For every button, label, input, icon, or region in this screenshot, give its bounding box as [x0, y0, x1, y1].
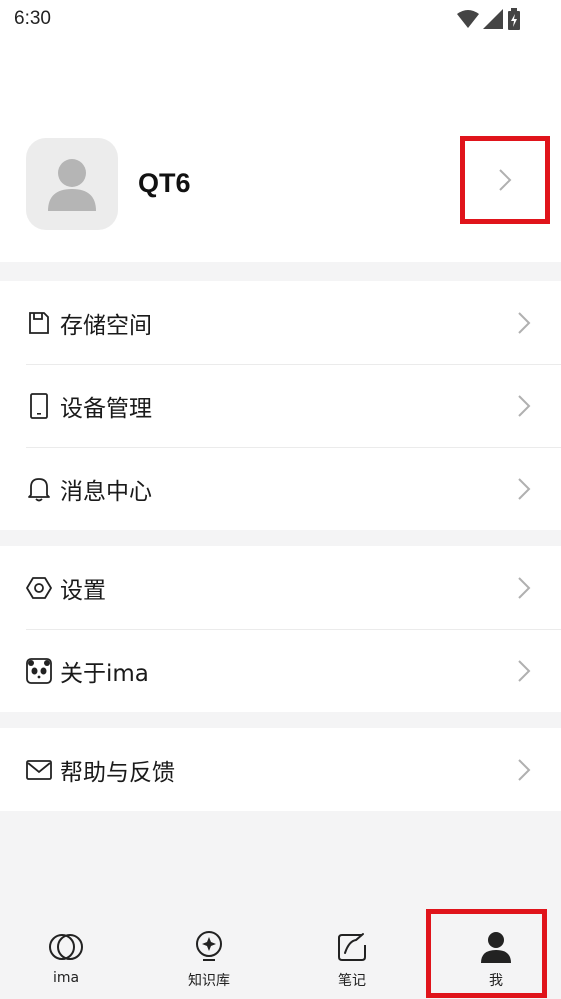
menu-item-label: 设置 — [60, 577, 106, 604]
menu-item-feedback[interactable]: 帮助与反馈 — [0, 728, 561, 811]
chevron-right-icon — [518, 395, 531, 417]
status-icons — [457, 8, 521, 34]
menu-item-devices[interactable]: 设备管理 — [0, 364, 561, 447]
profile-header[interactable]: QT6 — [0, 40, 561, 262]
nav-label: ima — [52, 970, 80, 986]
nav-tab-notes[interactable]: 笔记 — [312, 929, 392, 995]
menu-item-messages[interactable]: 消息中心 — [0, 447, 561, 530]
chevron-right-icon — [518, 478, 531, 500]
menu-item-settings[interactable]: 设置 — [0, 546, 561, 629]
menu-group-settings: 设置 关于ima — [0, 546, 561, 712]
profile-screen: 6:30 QT6 存储空间 设备管理 消息中心 设置 关于ima 帮助与反馈 i… — [0, 0, 561, 999]
menu-item-label: 设备管理 — [60, 395, 152, 422]
battery-icon — [507, 8, 521, 34]
menu-group-storage: 存储空间 设备管理 消息中心 — [0, 281, 561, 530]
mail-icon — [26, 757, 52, 783]
ima-logo-icon — [48, 929, 84, 965]
panda-icon — [26, 657, 52, 684]
gear-icon — [26, 575, 52, 601]
chevron-right-icon — [518, 759, 531, 781]
profile-detail-button[interactable] — [460, 136, 550, 224]
profile-name: QT6 — [138, 168, 191, 198]
status-time: 6:30 — [14, 8, 51, 29]
menu-item-about[interactable]: 关于ima — [0, 629, 561, 712]
default-avatar-icon — [48, 159, 96, 211]
chevron-right-icon — [518, 312, 531, 334]
active-tab-highlight — [426, 909, 547, 998]
nav-label: 知识库 — [188, 973, 230, 989]
nav-tab-knowledge-base[interactable]: 知识库 — [169, 929, 249, 995]
save-icon — [26, 310, 52, 336]
menu-item-label: 帮助与反馈 — [60, 759, 175, 786]
bottom-nav: ima 知识库 笔记 我 — [0, 909, 561, 999]
menu-item-label: 关于ima — [60, 660, 149, 687]
chevron-right-icon — [499, 169, 512, 191]
wifi-icon — [457, 9, 479, 33]
signal-icon — [483, 9, 503, 33]
menu-group-help: 帮助与反馈 — [0, 728, 561, 811]
menu-item-label: 存储空间 — [60, 312, 152, 339]
status-bar: 6:30 — [0, 0, 561, 40]
menu-item-storage[interactable]: 存储空间 — [0, 281, 561, 364]
knowledge-base-icon — [191, 929, 227, 965]
note-icon — [334, 929, 370, 965]
menu-item-label: 消息中心 — [60, 478, 152, 505]
tablet-icon — [26, 392, 52, 419]
nav-label: 笔记 — [338, 973, 366, 989]
nav-tab-ima[interactable]: ima — [26, 929, 106, 995]
avatar[interactable] — [26, 138, 118, 230]
bell-icon — [26, 476, 52, 502]
chevron-right-icon — [518, 577, 531, 599]
chevron-right-icon — [518, 660, 531, 682]
